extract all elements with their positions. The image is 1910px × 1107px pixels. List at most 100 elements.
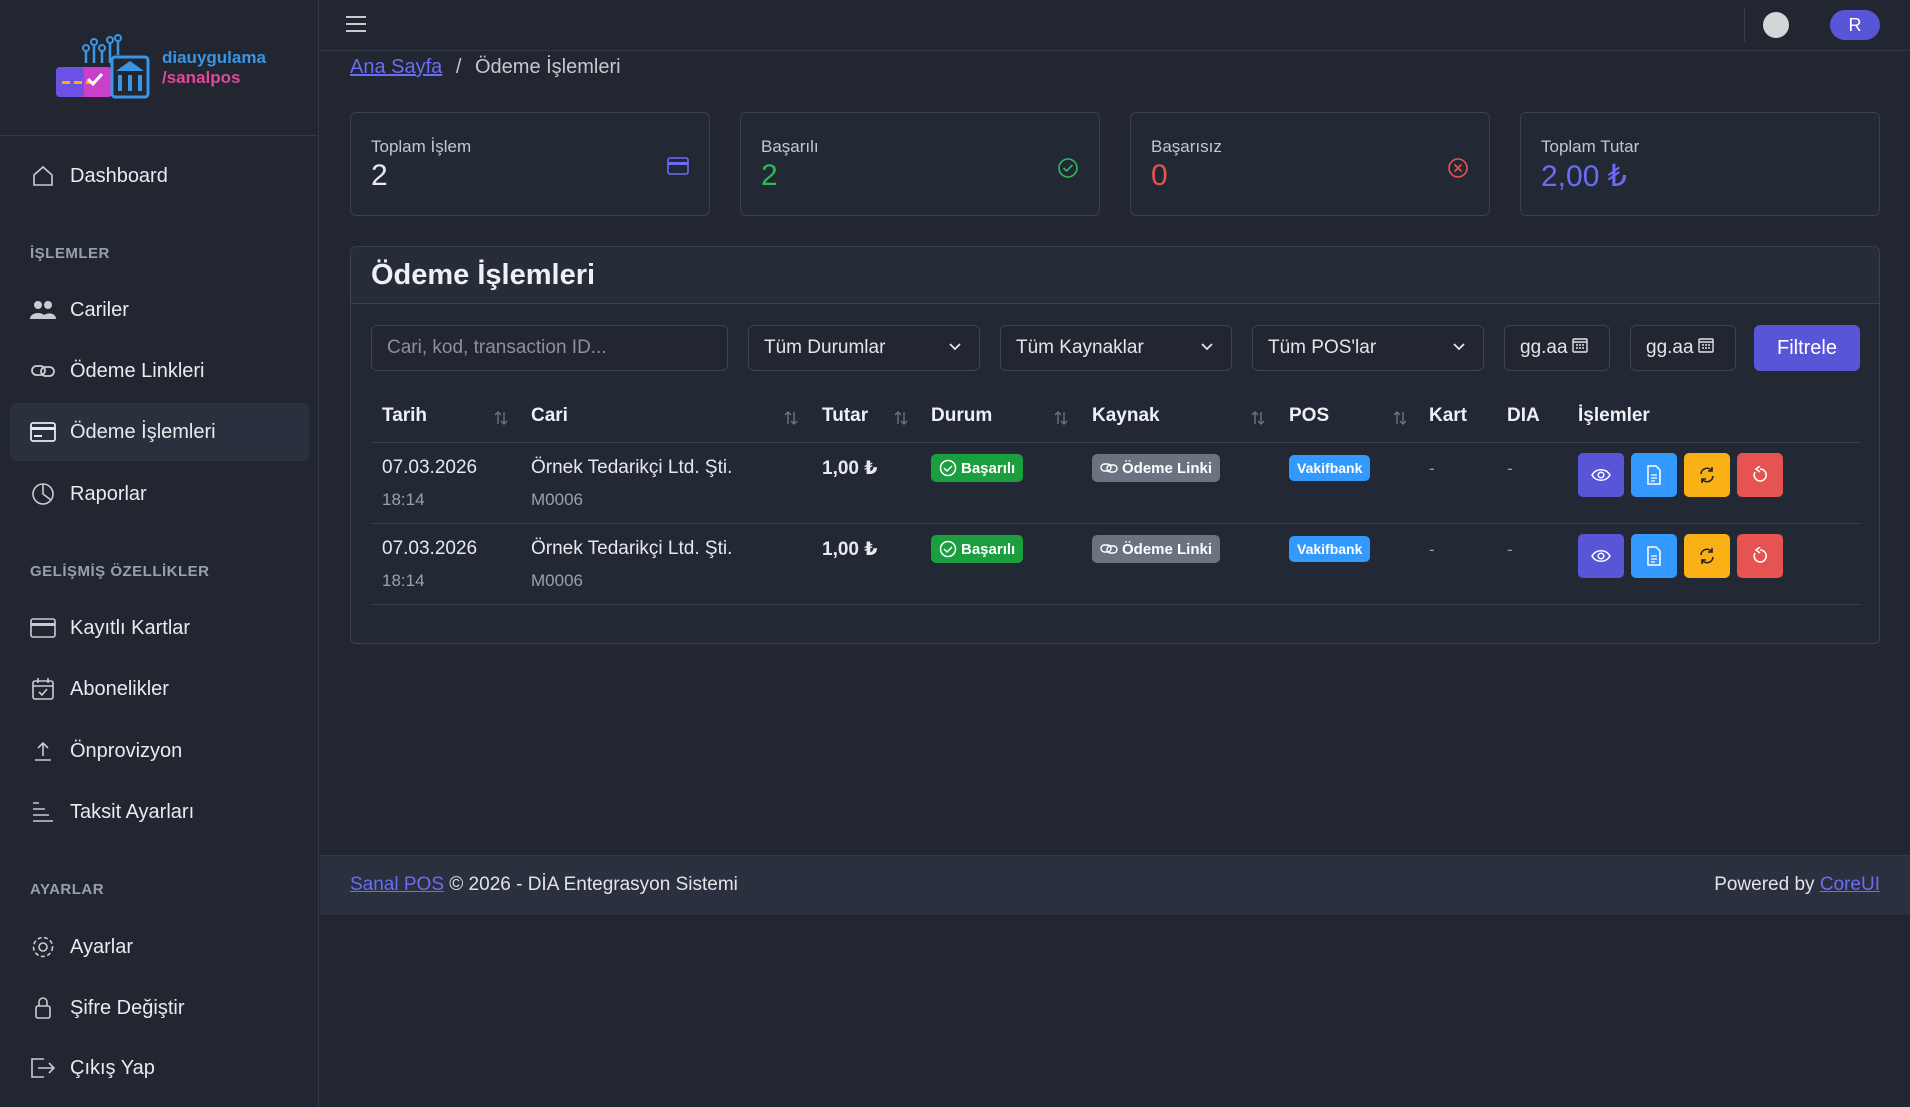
theme-toggle-icon[interactable] bbox=[1763, 12, 1789, 38]
status-select[interactable]: Tüm Durumlar bbox=[748, 325, 980, 371]
breadcrumb-home-link[interactable]: Ana Sayfa bbox=[350, 56, 442, 78]
home-icon bbox=[30, 164, 56, 188]
sidebar-item-cariler[interactable]: Cariler bbox=[10, 281, 309, 339]
sort-icon[interactable] bbox=[1393, 409, 1407, 432]
sidebar-item-kayitli-kartlar[interactable]: Kayıtlı Kartlar bbox=[10, 599, 309, 657]
card-title: Ödeme İşlemleri bbox=[351, 247, 1879, 304]
column-header-durum[interactable]: Durum bbox=[931, 405, 992, 427]
stat-card-success: Başarılı 2 bbox=[740, 112, 1100, 216]
date-to-input[interactable]: gg.aa bbox=[1630, 325, 1736, 371]
sidebar-item-abonelikler[interactable]: Abonelikler bbox=[10, 660, 309, 718]
sidebar-item-cikis-yap[interactable]: Çıkış Yap bbox=[10, 1039, 309, 1097]
table-row-divider bbox=[371, 604, 1861, 605]
avatar[interactable]: R bbox=[1830, 10, 1880, 40]
chevron-down-icon bbox=[1199, 338, 1215, 360]
eye-icon bbox=[1591, 468, 1611, 482]
sidebar-item-raporlar[interactable]: Raporlar bbox=[10, 465, 309, 523]
sidebar-item-odeme-linkleri[interactable]: Ödeme Linkleri bbox=[10, 342, 309, 400]
sidebar-item-label: Ayarlar bbox=[70, 935, 133, 958]
refund-button[interactable] bbox=[1737, 453, 1783, 497]
date-to-value: gg.aa bbox=[1646, 337, 1694, 358]
document-button[interactable] bbox=[1631, 453, 1677, 497]
sidebar-item-label: Taksit Ayarları bbox=[70, 800, 195, 823]
stat-value: 2,00 ₺ bbox=[1541, 160, 1627, 193]
source-select[interactable]: Tüm Kaynaklar bbox=[1000, 325, 1232, 371]
footer-coreui-link[interactable]: CoreUI bbox=[1820, 874, 1880, 895]
calendar-icon bbox=[1697, 337, 1714, 359]
document-button[interactable] bbox=[1631, 534, 1677, 578]
sidebar-item-label: Ödeme Linkleri bbox=[70, 359, 205, 382]
nav-section-title: AYARLAR bbox=[30, 881, 105, 898]
search-input[interactable]: Cari, kod, transaction ID... bbox=[371, 325, 728, 371]
status-badge-label: Başarılı bbox=[961, 459, 1016, 477]
pos-select-value: Tüm POS'lar bbox=[1268, 337, 1377, 358]
sort-icon[interactable] bbox=[784, 409, 798, 432]
table-header-divider bbox=[371, 442, 1861, 443]
view-button[interactable] bbox=[1578, 453, 1624, 497]
footer-left: Sanal POS © 2026 - DİA Entegrasyon Siste… bbox=[350, 874, 738, 896]
top-header: R bbox=[320, 0, 1910, 51]
brand-line2: /sanalpos bbox=[162, 67, 241, 87]
view-button[interactable] bbox=[1578, 534, 1624, 578]
brand-logo[interactable]: diauygulama /sanalpos bbox=[0, 0, 318, 136]
sync-button[interactable] bbox=[1684, 534, 1730, 578]
hamburger-menu-icon[interactable] bbox=[346, 16, 366, 37]
upload-icon bbox=[30, 739, 56, 763]
brand-line1: diauygulama bbox=[162, 47, 266, 67]
sidebar-item-odeme-islemleri[interactable]: Ödeme İşlemleri bbox=[10, 403, 309, 461]
sort-icon[interactable] bbox=[1054, 409, 1068, 432]
nav-section-title: GELİŞMİŞ ÖZELLİKLER bbox=[30, 563, 210, 580]
footer-sanal-pos-link[interactable]: Sanal POS bbox=[350, 874, 444, 895]
sidebar-item-label: Kayıtlı Kartlar bbox=[70, 616, 191, 639]
sidebar-item-label: Önprovizyon bbox=[70, 739, 183, 762]
row-cari-code: M0006 bbox=[531, 490, 583, 509]
sidebar-item-label: Raporlar bbox=[70, 482, 147, 505]
status-badge: Başarılı bbox=[931, 454, 1024, 482]
row-cari: Örnek Tedarikçi Ltd. Şti. bbox=[531, 538, 733, 559]
calendar-check-icon bbox=[30, 677, 56, 701]
undo-icon bbox=[1751, 466, 1769, 484]
link-icon bbox=[30, 359, 56, 383]
filter-button[interactable]: Filtrele bbox=[1754, 325, 1860, 371]
column-header-pos[interactable]: POS bbox=[1289, 405, 1329, 427]
transactions-card: Ödeme İşlemleri Cari, kod, transaction I… bbox=[350, 246, 1880, 644]
footer-copyright: © 2026 - DİA Entegrasyon Sistemi bbox=[449, 874, 738, 895]
sidebar-item-onprovizyon[interactable]: Önprovizyon bbox=[10, 722, 309, 780]
sort-icon[interactable] bbox=[494, 409, 508, 432]
sort-icon[interactable] bbox=[894, 409, 908, 432]
sidebar-item-ayarlar[interactable]: Ayarlar bbox=[10, 918, 309, 976]
row-date: 07.03.2026 bbox=[382, 457, 478, 478]
footer-powered-by: Powered by bbox=[1714, 874, 1815, 895]
header-divider bbox=[1744, 8, 1745, 42]
sidebar-item-sifre-degistir[interactable]: Şifre Değiştir bbox=[10, 979, 309, 1037]
row-card: - bbox=[1429, 540, 1435, 559]
column-header-tarih[interactable]: Tarih bbox=[382, 405, 427, 427]
row-time: 18:14 bbox=[382, 571, 425, 590]
logo-icon bbox=[56, 33, 150, 98]
stat-card-total: Toplam İşlem 2 bbox=[350, 112, 710, 216]
sync-button[interactable] bbox=[1684, 453, 1730, 497]
sort-icon[interactable] bbox=[1251, 409, 1265, 432]
eye-icon bbox=[1591, 549, 1611, 563]
column-header-cari[interactable]: Cari bbox=[531, 405, 568, 427]
stat-value: 0 bbox=[1151, 159, 1168, 192]
table-row-divider bbox=[371, 523, 1861, 524]
credit-card-icon bbox=[30, 420, 56, 444]
stat-card-amount: Toplam Tutar 2,00 ₺ bbox=[1520, 112, 1880, 216]
source-badge: Ödeme Linki bbox=[1092, 535, 1221, 563]
stat-card-failed: Başarısız 0 bbox=[1130, 112, 1490, 216]
column-header-tutar[interactable]: Tutar bbox=[822, 405, 868, 427]
pos-select[interactable]: Tüm POS'lar bbox=[1252, 325, 1484, 371]
refund-button[interactable] bbox=[1737, 534, 1783, 578]
date-from-input[interactable]: gg.aa bbox=[1504, 325, 1610, 371]
column-header-islemler: İşlemler bbox=[1578, 405, 1650, 426]
check-circle-icon bbox=[939, 459, 957, 477]
sidebar-item-label: Çıkış Yap bbox=[70, 1056, 155, 1079]
column-header-kaynak[interactable]: Kaynak bbox=[1092, 405, 1160, 427]
credit-card-icon bbox=[667, 157, 689, 181]
sidebar-item-label: Abonelikler bbox=[70, 677, 169, 700]
footer-right: Powered by CoreUI bbox=[1714, 874, 1880, 896]
sidebar-item-dashboard[interactable]: Dashboard bbox=[10, 147, 309, 205]
sidebar-item-taksit-ayarlari[interactable]: Taksit Ayarları bbox=[10, 783, 309, 841]
breadcrumb: Ana Sayfa / Ödeme İşlemleri bbox=[350, 56, 621, 79]
